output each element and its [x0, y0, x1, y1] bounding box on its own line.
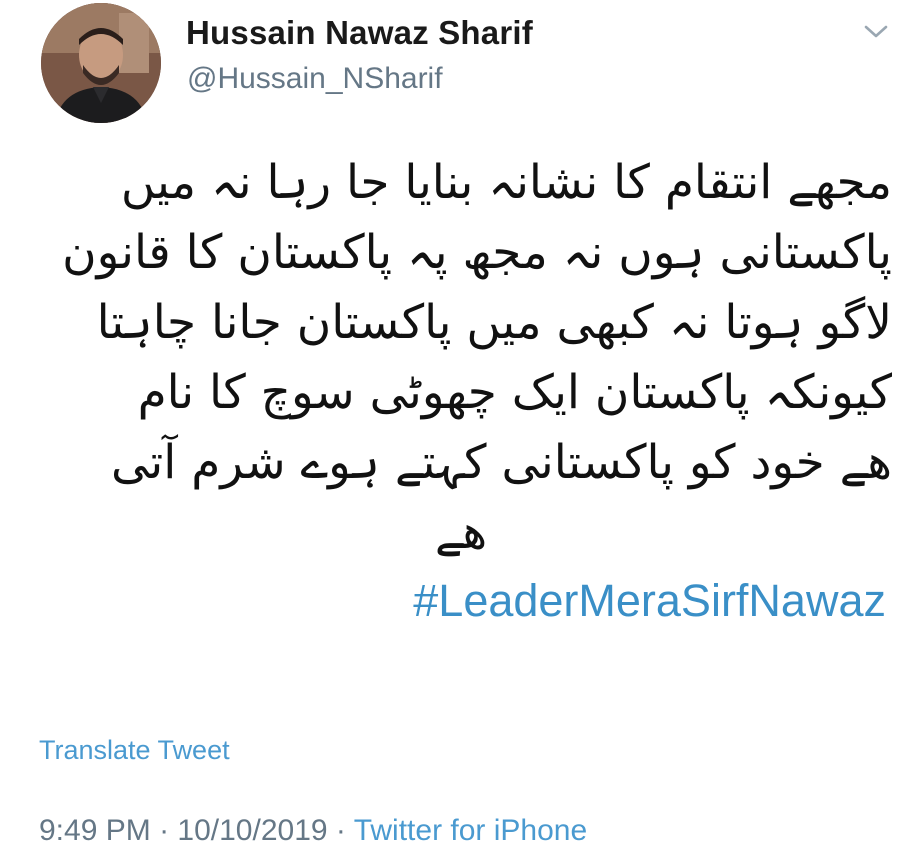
tweet-text-line: مجھے انتقام کا نشانہ بنایا جا رہا نہ میں	[120, 155, 892, 210]
tweet-text-line: ھے	[434, 505, 488, 560]
profile-photo-icon	[41, 3, 161, 123]
tweet-text-line: ھے خود کو پاکستانی کہتے ہوے شرم آتی	[110, 435, 892, 490]
tweet-source-link[interactable]: Twitter for iPhone	[354, 814, 587, 847]
author-handle[interactable]: @Hussain_NSharif	[187, 62, 443, 96]
meta-separator: ·	[335, 814, 346, 847]
tweet-date[interactable]: 10/10/2019	[177, 814, 327, 847]
tweet-time: 9:49 PM	[39, 814, 151, 847]
tweet-card: Hussain Nawaz Sharif @Hussain_NSharif مج…	[0, 0, 912, 856]
tweet-metadata: 9:49 PM · 10/10/2019 · Twitter for iPhon…	[39, 814, 587, 848]
tweet-text-line: پاکستانی ہوں نہ مجھ پہ پاکستان کا قانون	[62, 225, 892, 280]
chevron-down-icon[interactable]	[863, 22, 889, 42]
translate-tweet-link[interactable]: Translate Tweet	[39, 735, 230, 766]
tweet-text: مجھے انتقام کا نشانہ بنایا جا رہا نہ میں…	[30, 148, 892, 568]
avatar[interactable]	[41, 3, 161, 123]
hashtag-link[interactable]: #LeaderMeraSirfNawaz	[413, 575, 886, 627]
tweet-text-line: کیونکہ پاکستان ایک چھوٹی سوچ کا نام	[137, 365, 892, 420]
author-display-name[interactable]: Hussain Nawaz Sharif	[186, 14, 533, 52]
tweet-text-line: لاگو ہوتا نہ کبھی میں پاکستان جانا چاہتا	[96, 295, 892, 350]
meta-separator: ·	[159, 814, 170, 847]
